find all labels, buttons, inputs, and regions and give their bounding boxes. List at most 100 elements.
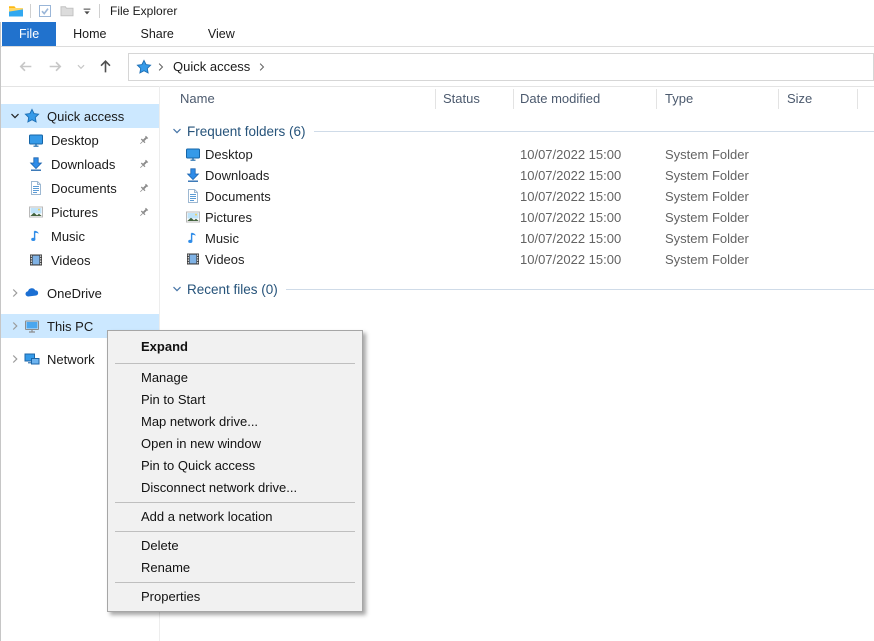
videos-icon [28,252,44,268]
column-header-size[interactable]: Size [787,91,812,106]
file-name: Documents [205,189,271,204]
chevron-right-icon[interactable] [6,352,24,366]
breadcrumb-chevron-icon[interactable] [155,61,167,73]
titlebar-separator [30,4,31,18]
group-label[interactable]: Recent files (0) [187,282,278,297]
explorer-logo-icon [8,3,24,19]
menu-item-add-a-network-location[interactable]: Add a network location [108,506,362,528]
file-row-videos[interactable]: Videos 10/07/2022 15:00 System Folder [160,249,874,270]
pin-icon [137,182,150,195]
sidebar-item-label: Desktop [51,133,99,148]
file-date-modified: 10/07/2022 15:00 [520,147,621,162]
menu-item-properties[interactable]: Properties [108,586,362,608]
window-title: File Explorer [110,4,177,18]
menu-separator [115,363,355,364]
sidebar-item-label: This PC [47,319,93,334]
group-label[interactable]: Frequent folders (6) [187,124,306,139]
sidebar-item-label: OneDrive [47,286,102,301]
sidebar-item-label: Pictures [51,205,98,220]
file-date-modified: 10/07/2022 15:00 [520,252,621,267]
forward-button-icon[interactable] [44,56,66,78]
sidebar-item-label: Quick access [47,109,124,124]
titlebar: File Explorer [0,0,874,22]
menu-separator [115,531,355,532]
sidebar-item-music[interactable]: Music [0,224,159,248]
ribbon-tab-bar: FileHomeShareView [0,22,874,47]
music-icon [28,228,44,244]
column-headers: Name Status Date modified Type Size [160,86,874,112]
file-name: Pictures [205,210,252,225]
sidebar-item-videos[interactable]: Videos [0,248,159,272]
group-header-recent-files: Recent files (0) [170,278,874,300]
file-name: Music [205,231,239,246]
column-separator[interactable] [435,89,436,109]
file-row-downloads[interactable]: Downloads10/07/2022 15:00System Folder [160,165,874,186]
column-header-status[interactable]: Status [443,91,480,106]
file-row-pictures[interactable]: Pictures10/07/2022 15:00System Folder [160,207,874,228]
customize-quick-access-toolbar-icon[interactable] [81,5,93,17]
file-name: Downloads [205,168,269,183]
sidebar-item-quick-access[interactable]: Quick access [0,104,159,128]
context-menu: Expand ManagePin to StartMap network driv… [107,330,363,612]
pictures-icon [185,209,201,225]
chevron-right-icon[interactable] [6,286,24,300]
sidebar-item-documents[interactable]: Documents [0,176,159,200]
column-separator[interactable] [857,89,858,109]
menu-item-delete[interactable]: Delete [108,535,362,557]
file-name: Desktop [205,147,253,162]
new-folder-icon[interactable] [59,3,75,19]
group-chevron-icon[interactable] [170,124,184,138]
pin-icon [137,134,150,147]
chevron-down-icon[interactable] [6,109,24,123]
sidebar-item-onedrive[interactable]: OneDrive [0,281,159,305]
properties-icon[interactable] [37,3,53,19]
tab-home[interactable]: Home [56,22,123,46]
breadcrumb-item[interactable]: Quick access [170,59,253,74]
tab-file[interactable]: File [2,22,56,46]
column-header-date-modified[interactable]: Date modified [520,91,600,106]
breadcrumb-chevron-icon[interactable] [256,61,268,73]
sidebar-item-desktop[interactable]: Desktop [0,128,159,152]
menu-item-manage[interactable]: Manage [108,367,362,389]
menu-item-expand[interactable]: Expand [108,334,362,360]
network-icon [24,351,40,367]
sidebar-item-pictures[interactable]: Pictures [0,200,159,224]
group-chevron-icon[interactable] [170,282,184,296]
recent-locations-dropdown-icon[interactable] [74,56,88,78]
column-separator[interactable] [513,89,514,109]
file-date-modified: 10/07/2022 15:00 [520,168,621,183]
videos-icon [185,251,201,267]
file-row-desktop[interactable]: Desktop10/07/2022 15:00System Folder [160,144,874,165]
window-frame-edge [0,22,1,641]
column-header-name[interactable]: Name [180,91,215,106]
pin-icon [137,158,150,171]
menu-item-disconnect-network-drive[interactable]: Disconnect network drive... [108,477,362,499]
quick-access-star-icon [24,108,40,124]
menu-item-map-network-drive[interactable]: Map network drive... [108,411,362,433]
pictures-icon [28,204,44,220]
this-pc-icon [24,318,40,334]
file-type: System Folder [665,231,749,246]
file-row-music[interactable]: Music10/07/2022 15:00System Folder [160,228,874,249]
tab-view[interactable]: View [191,22,252,46]
up-button-icon[interactable] [94,56,116,78]
file-name: Videos [205,252,245,267]
file-type: System Folder [665,252,749,267]
group-header-frequent-folders: Frequent folders (6) [170,120,874,142]
file-row-documents[interactable]: Documents10/07/2022 15:00System Folder [160,186,874,207]
back-button-icon[interactable] [14,56,36,78]
tab-share[interactable]: Share [124,22,191,46]
column-separator[interactable] [656,89,657,109]
chevron-right-icon[interactable] [6,319,24,333]
sidebar-item-label: Videos [51,253,91,268]
address-bar[interactable]: Quick access [128,53,874,81]
sidebar-item-downloads[interactable]: Downloads [0,152,159,176]
menu-item-open-in-new-window[interactable]: Open in new window [108,433,362,455]
column-separator[interactable] [778,89,779,109]
menu-item-rename[interactable]: Rename [108,557,362,579]
column-header-type[interactable]: Type [665,91,693,106]
navigation-bar: Quick access [0,47,874,87]
menu-item-pin-to-start[interactable]: Pin to Start [108,389,362,411]
pin-icon [137,206,150,219]
menu-item-pin-to-quick-access[interactable]: Pin to Quick access [108,455,362,477]
